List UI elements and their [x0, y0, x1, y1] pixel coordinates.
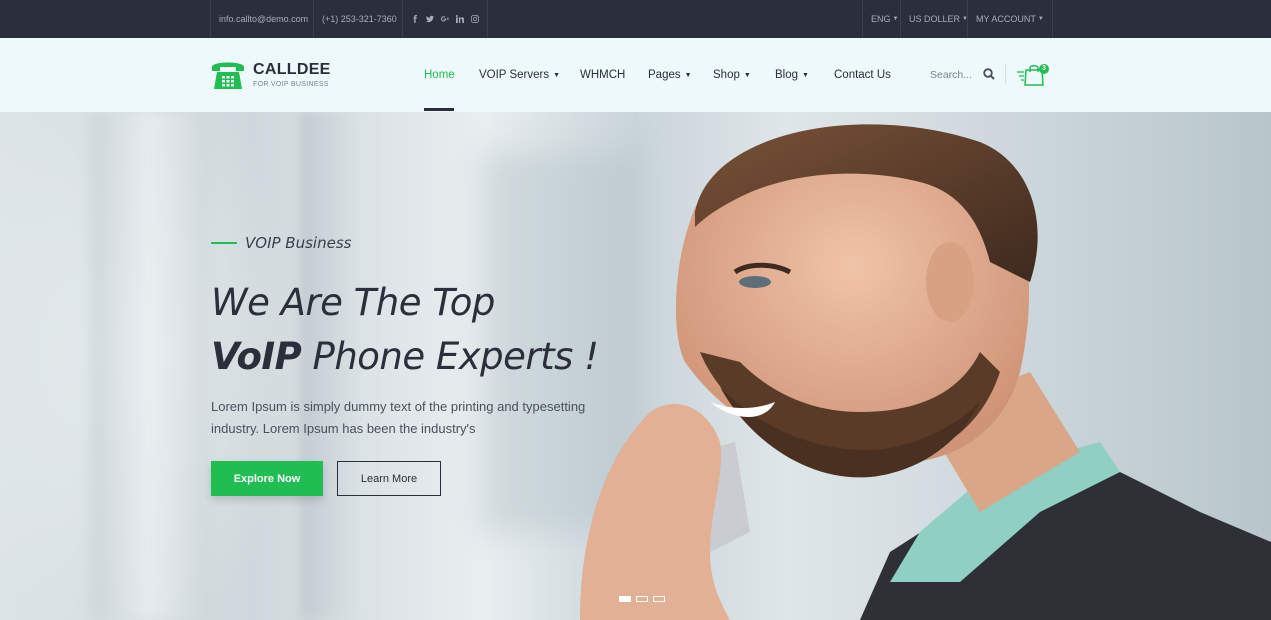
- facebook-icon[interactable]: [411, 15, 419, 23]
- hero-description: Lorem Ipsum is simply dummy text of the …: [211, 399, 586, 436]
- contact-phone[interactable]: (+1) 253-321-7360: [313, 0, 405, 38]
- active-nav-indicator: [424, 108, 454, 111]
- caret-down-icon: ▼: [892, 16, 899, 22]
- learn-more-button[interactable]: Learn More: [337, 461, 441, 496]
- search-input[interactable]: Search...: [930, 38, 972, 112]
- nav-voip-servers[interactable]: VOIP Servers ▼: [479, 38, 560, 112]
- main-header: [0, 38, 1271, 112]
- caret-down-icon: ▼: [684, 71, 692, 79]
- caret-down-icon: ▼: [553, 71, 561, 79]
- nav-home[interactable]: Home: [424, 38, 455, 112]
- site-logo[interactable]: CALLDEE FOR VOIP BUSINESS: [210, 59, 331, 91]
- google-plus-icon[interactable]: [441, 15, 449, 23]
- telephone-icon: [212, 62, 244, 89]
- top-bar: info.callto@demo.com (+1) 253-321-7360 E…: [0, 0, 1271, 38]
- slide-dot-3[interactable]: [653, 596, 665, 602]
- caret-down-icon: ▼: [1037, 16, 1044, 22]
- brand-name: CALLDEE: [253, 60, 331, 78]
- header-divider: [1005, 64, 1006, 84]
- caret-down-icon: ▼: [802, 71, 809, 79]
- instagram-icon[interactable]: [471, 15, 479, 23]
- twitter-icon[interactable]: [426, 15, 434, 23]
- search-icon[interactable]: [983, 68, 995, 80]
- kicker-accent-line: [211, 242, 237, 244]
- slide-dot-2[interactable]: [636, 596, 648, 602]
- nav-pages[interactable]: Pages ▼: [648, 38, 692, 112]
- account-menu[interactable]: MY ACCOUNT ▼: [967, 0, 1053, 38]
- hero-man-on-phone-image: [580, 124, 1271, 620]
- nav-shop[interactable]: Shop ▼: [713, 38, 751, 112]
- linkedin-icon[interactable]: [456, 15, 464, 23]
- slide-dot-1[interactable]: [619, 596, 631, 602]
- slider-pagination: [619, 596, 665, 602]
- explore-now-button[interactable]: Explore Now: [211, 461, 323, 496]
- nav-contact-us[interactable]: Contact Us: [834, 38, 891, 112]
- currency-selector[interactable]: US DOLLER ▼: [900, 0, 976, 38]
- social-links: [402, 0, 488, 38]
- hero-slider: [0, 112, 1271, 620]
- contact-email[interactable]: info.callto@demo.com: [210, 0, 316, 38]
- nav-whmch[interactable]: WHMCH: [580, 38, 625, 112]
- brand-tagline: FOR VOIP BUSINESS: [253, 80, 329, 88]
- cart-count-badge: 3: [1039, 64, 1049, 74]
- caret-down-icon: ▼: [743, 71, 751, 79]
- nav-blog[interactable]: Blog ▼: [775, 38, 809, 112]
- hero-kicker: VOIP Business: [211, 234, 351, 252]
- hero-headline: We Are The Top VoIP Phone Experts !: [211, 281, 599, 378]
